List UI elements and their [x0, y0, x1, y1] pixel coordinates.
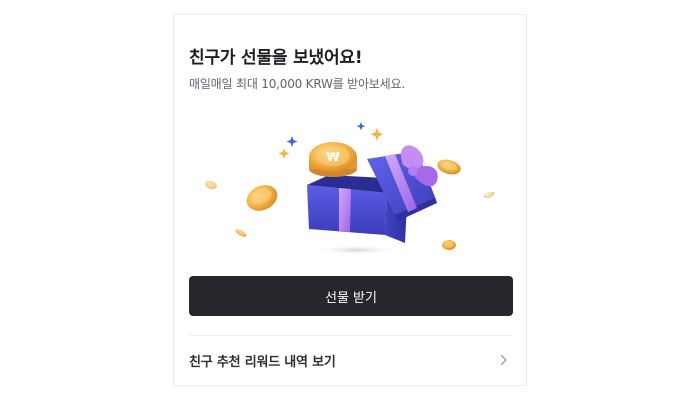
- receive-gift-button[interactable]: 선물 받기: [189, 276, 513, 316]
- gift-card: 친구가 선물을 보냈어요! 매일매일 최대 10,000 KRW를 받아보세요.: [173, 14, 527, 386]
- sparkle-icon: [370, 128, 384, 141]
- chevron-right-icon: [497, 353, 511, 367]
- coin-icon: [205, 180, 217, 190]
- reward-history-label: 친구 추천 리워드 내역 보기: [189, 354, 336, 370]
- gift-illustration: ₩: [205, 122, 495, 255]
- coin-icon: [235, 229, 247, 237]
- won-symbol: ₩: [326, 150, 340, 164]
- gift-shadow: [313, 245, 401, 255]
- page-title: 친구가 선물을 보냈어요!: [189, 48, 363, 68]
- coin-icon: ₩: [309, 142, 357, 177]
- reward-history-link[interactable]: 친구 추천 리워드 내역 보기: [189, 336, 513, 384]
- coin-icon: [483, 191, 495, 199]
- page-subtitle: 매일매일 최대 10,000 KRW를 받아보세요.: [189, 77, 405, 91]
- coin-icon: [437, 159, 461, 175]
- sparkle-icon: [278, 148, 290, 159]
- coin-icon: [442, 240, 456, 250]
- coin-icon: [246, 185, 278, 211]
- sparkle-icon: [356, 122, 366, 131]
- sparkle-icon: [286, 136, 298, 147]
